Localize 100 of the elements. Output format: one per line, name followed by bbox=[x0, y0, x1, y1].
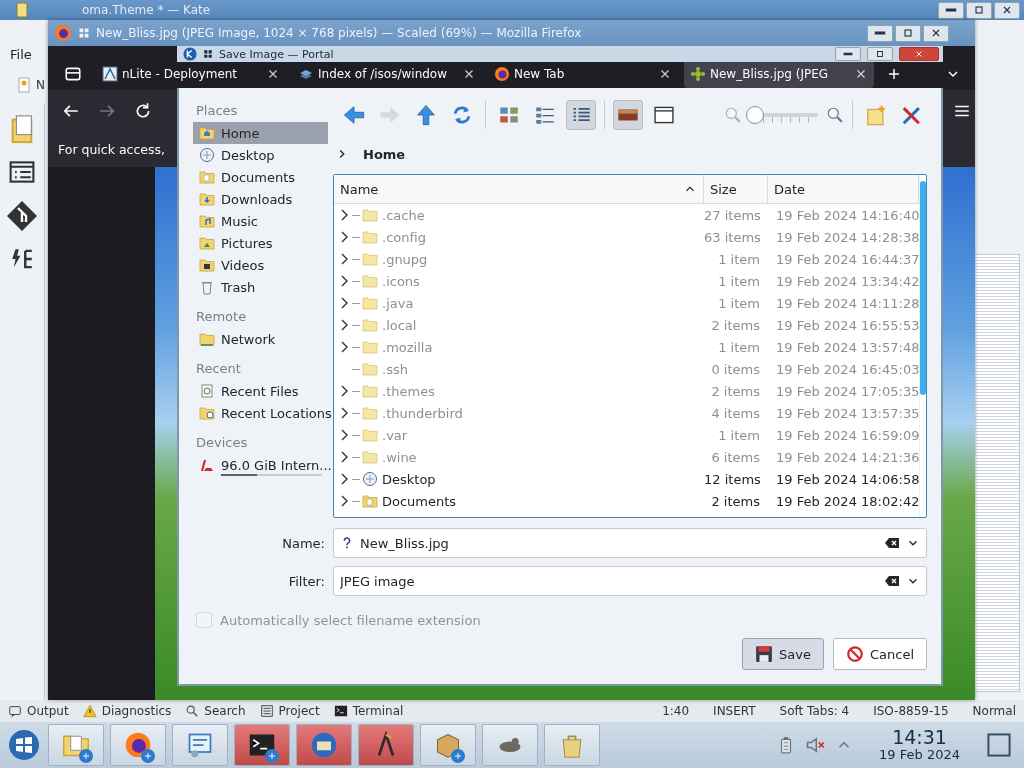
output-icon bbox=[8, 704, 22, 718]
recent-locations-icon bbox=[199, 405, 215, 421]
package-icon bbox=[434, 731, 462, 759]
column-header[interactable]: Date bbox=[768, 175, 920, 203]
filter-combo-box[interactable]: JPEG image bbox=[333, 566, 927, 596]
section-heading: Places bbox=[195, 102, 239, 120]
place-item[interactable]: Home bbox=[193, 122, 328, 144]
minimize-button[interactable] bbox=[835, 47, 861, 61]
folder-icon bbox=[362, 207, 378, 223]
date-cell-text: 19 Feb 2024 13:57:35 bbox=[775, 405, 920, 421]
recent-files-icon bbox=[199, 383, 215, 399]
details-view-button[interactable] bbox=[566, 100, 596, 130]
taskbar-app-button[interactable] bbox=[234, 724, 290, 766]
size-cell-text: 2 items bbox=[710, 383, 761, 399]
close-button[interactable] bbox=[994, 1, 1020, 19]
status-text: Soft Tabs: 4 bbox=[779, 704, 850, 718]
new-folder-icon bbox=[865, 104, 887, 126]
folder-icon bbox=[362, 383, 378, 399]
place-item[interactable]: Network bbox=[193, 328, 328, 350]
breadcrumb-item[interactable]: Home bbox=[359, 146, 410, 162]
close-button[interactable] bbox=[923, 24, 949, 42]
minimize-button[interactable] bbox=[938, 1, 964, 19]
status-tool-button[interactable]: Diagnostics bbox=[82, 704, 172, 718]
cancel-button[interactable]: Cancel bbox=[832, 638, 927, 670]
volume-button[interactable] bbox=[805, 735, 826, 755]
speaker-muted-icon bbox=[805, 735, 826, 755]
place-item[interactable]: Videos bbox=[193, 254, 328, 276]
place-item[interactable]: Desktop bbox=[193, 144, 328, 166]
taskbar-app-button[interactable] bbox=[420, 724, 476, 766]
column-header[interactable]: Name bbox=[334, 175, 704, 203]
place-item[interactable]: Downloads bbox=[193, 188, 328, 210]
date-cell-text: 19 Feb 2024 14:28:38 bbox=[775, 229, 920, 245]
compact-view-icon bbox=[535, 105, 555, 125]
file-name[interactable]: Documents bbox=[382, 493, 457, 509]
kde-logo-icon bbox=[183, 47, 197, 61]
status-tool-button[interactable]: Project bbox=[259, 704, 320, 718]
size-cell-text: 1 item bbox=[717, 427, 761, 443]
taskbar-app-button[interactable] bbox=[172, 724, 228, 766]
name-combo-box[interactable]: New_Bliss.jpg bbox=[333, 528, 927, 558]
start-button[interactable] bbox=[6, 727, 42, 763]
taskbar-app-button[interactable] bbox=[110, 724, 166, 766]
clock[interactable]: 14:31 19 Feb 2024 bbox=[873, 727, 980, 763]
folder-icon bbox=[362, 317, 378, 333]
browser-tab[interactable]: nLite - Deployment bbox=[96, 60, 286, 88]
date-cell-text: 19 Feb 2024 14:11:28 bbox=[775, 295, 920, 311]
show-desktop-button[interactable] bbox=[986, 732, 1012, 758]
size-cell-text: 0 items bbox=[710, 361, 761, 377]
status-tool-button[interactable]: Search bbox=[185, 704, 246, 718]
column-header[interactable]: Size bbox=[704, 175, 768, 203]
reload-arrow-icon bbox=[451, 104, 473, 126]
tabs-icon bbox=[64, 65, 82, 83]
document-tab[interactable]: N bbox=[36, 78, 45, 92]
git-icon bbox=[6, 200, 38, 232]
status-text: INSERT bbox=[713, 704, 756, 718]
size-cell-text: 6 items bbox=[710, 449, 761, 465]
menu-item[interactable]: File bbox=[10, 47, 32, 62]
document-icon bbox=[16, 77, 32, 93]
size-cell-text: 4 items bbox=[710, 405, 761, 421]
folder-icon bbox=[362, 295, 378, 311]
desktop-icon bbox=[362, 471, 378, 487]
bookmarks-hint: For quick access, bbox=[58, 142, 165, 157]
filter-field[interactable]: JPEG image bbox=[340, 573, 878, 589]
taskbar-app-button[interactable] bbox=[48, 724, 104, 766]
save-button[interactable]: Save bbox=[742, 638, 824, 670]
maximize-icon bbox=[973, 4, 985, 16]
status-text: ISO-8859-15 bbox=[873, 704, 949, 718]
place-item[interactable]: Documents bbox=[193, 166, 328, 188]
status-tool-button[interactable]: Output bbox=[8, 704, 69, 718]
date-cell-text: 19 Feb 2024 14:16:40 bbox=[775, 207, 920, 223]
status-text: 1:40 bbox=[662, 704, 690, 718]
close-icon bbox=[914, 49, 924, 59]
image-icon bbox=[690, 66, 706, 82]
project-icon bbox=[259, 704, 274, 718]
place-item[interactable]: Pictures bbox=[193, 232, 328, 254]
taskbar-app-button[interactable] bbox=[482, 724, 538, 766]
slider-thumb[interactable] bbox=[746, 106, 764, 124]
preview-button[interactable] bbox=[613, 100, 643, 130]
date-cell-text: 19 Feb 2024 17:05:35 bbox=[775, 383, 920, 399]
taskbar-app-button[interactable] bbox=[296, 724, 352, 766]
taskbar-app-button[interactable] bbox=[358, 724, 414, 766]
folder-icon bbox=[362, 339, 378, 355]
maximize-button[interactable] bbox=[867, 47, 893, 61]
forward-arrow-icon bbox=[379, 104, 401, 126]
place-item[interactable]: Recent Files bbox=[193, 380, 328, 402]
place-item[interactable]: Trash bbox=[193, 276, 328, 298]
scrollbar-thumb[interactable] bbox=[920, 181, 927, 395]
date-cell-text: 19 Feb 2024 14:06:58 bbox=[775, 471, 920, 487]
place-item[interactable]: Music bbox=[193, 210, 328, 232]
browser-tab[interactable]: New_Bliss.jpg (JPEG bbox=[684, 60, 874, 88]
zoom-out-icon bbox=[724, 106, 742, 124]
minimize-button[interactable] bbox=[867, 24, 893, 42]
status-tool-button[interactable]: Terminal bbox=[333, 704, 404, 718]
file-name[interactable]: Desktop bbox=[382, 471, 436, 487]
close-icon bbox=[930, 27, 942, 39]
date-cell-text: 19 Feb 2024 13:57:48 bbox=[775, 339, 920, 355]
terminal-icon bbox=[333, 704, 348, 718]
folder-icon bbox=[362, 229, 378, 245]
browser-logo-icon bbox=[54, 24, 72, 42]
up-arrow-icon bbox=[415, 104, 437, 126]
name-field[interactable]: New_Bliss.jpg bbox=[360, 535, 878, 551]
